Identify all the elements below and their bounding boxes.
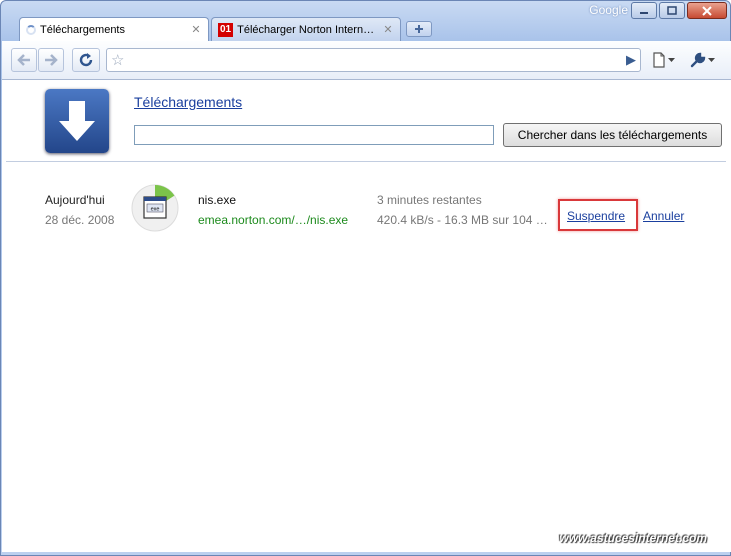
tab-norton[interactable]: 01 Télécharger Norton Intern… ✕ xyxy=(211,17,401,41)
maximize-button[interactable] xyxy=(659,2,685,19)
forward-arrow-icon xyxy=(45,54,58,66)
search-downloads-button[interactable]: Chercher dans les téléchargements xyxy=(503,123,722,147)
divider xyxy=(6,161,726,162)
loading-spinner-icon xyxy=(26,24,36,35)
download-progress-icon: exe xyxy=(131,184,179,232)
close-icon xyxy=(702,5,712,16)
page-title[interactable]: Téléchargements xyxy=(134,94,242,110)
svg-text:exe: exe xyxy=(151,207,160,213)
minimize-icon xyxy=(640,11,648,14)
toolbar: ☆ ▶ xyxy=(2,41,731,80)
exe-file-icon: exe xyxy=(143,196,167,219)
back-button[interactable] xyxy=(11,48,37,72)
browser-window: Google Téléchargements ✕ 01 Télécharger … xyxy=(0,0,731,556)
time-remaining: 3 minutes restantes xyxy=(377,193,482,207)
page-menu-button[interactable] xyxy=(652,52,675,68)
plus-icon xyxy=(415,25,423,33)
reload-button[interactable] xyxy=(72,48,100,72)
favicon-01: 01 xyxy=(218,22,234,37)
close-window-button[interactable] xyxy=(687,2,727,19)
downloads-page: Téléchargements Chercher dans les téléch… xyxy=(2,80,731,552)
window-controls xyxy=(631,2,727,19)
watermark: www.astucesinternet.com xyxy=(559,531,707,545)
search-input[interactable] xyxy=(134,125,494,145)
tools-menu-button[interactable] xyxy=(690,52,715,68)
reload-icon xyxy=(79,53,93,67)
tab-close-icon[interactable]: ✕ xyxy=(190,23,202,36)
page-icon xyxy=(653,52,665,68)
bookmark-star-icon[interactable]: ☆ xyxy=(111,51,124,69)
title-bar: Google Téléchargements ✕ 01 Télécharger … xyxy=(1,1,731,41)
cancel-link[interactable]: Annuler xyxy=(643,209,684,223)
tab-title: Télécharger Norton Intern… xyxy=(237,23,375,36)
date-value: 28 déc. 2008 xyxy=(45,213,115,227)
forward-button[interactable] xyxy=(38,48,64,72)
wrench-icon xyxy=(690,52,706,68)
download-progress-text: 420.4 kB/s - 16.3 MB sur 104 … xyxy=(377,213,548,227)
back-arrow-icon xyxy=(17,54,30,66)
go-button-icon[interactable]: ▶ xyxy=(626,52,636,68)
file-name[interactable]: nis.exe xyxy=(198,193,236,207)
suspend-link[interactable]: Suspendre xyxy=(567,209,625,223)
chevron-down-icon xyxy=(668,57,675,62)
tab-title: Téléchargements xyxy=(40,23,125,36)
new-tab-button[interactable] xyxy=(406,21,432,37)
file-url[interactable]: emea.norton.com/…/nis.exe xyxy=(198,213,348,227)
minimize-button[interactable] xyxy=(631,2,657,19)
chevron-down-icon xyxy=(708,57,715,62)
address-bar[interactable]: ☆ ▶ xyxy=(106,48,641,72)
downloads-arrow-icon xyxy=(45,89,109,153)
google-brand: Google xyxy=(589,3,628,17)
maximize-icon xyxy=(667,5,677,15)
date-label: Aujourd'hui xyxy=(45,193,105,207)
tab-downloads[interactable]: Téléchargements ✕ xyxy=(19,17,209,41)
tab-close-icon[interactable]: ✕ xyxy=(382,23,394,36)
